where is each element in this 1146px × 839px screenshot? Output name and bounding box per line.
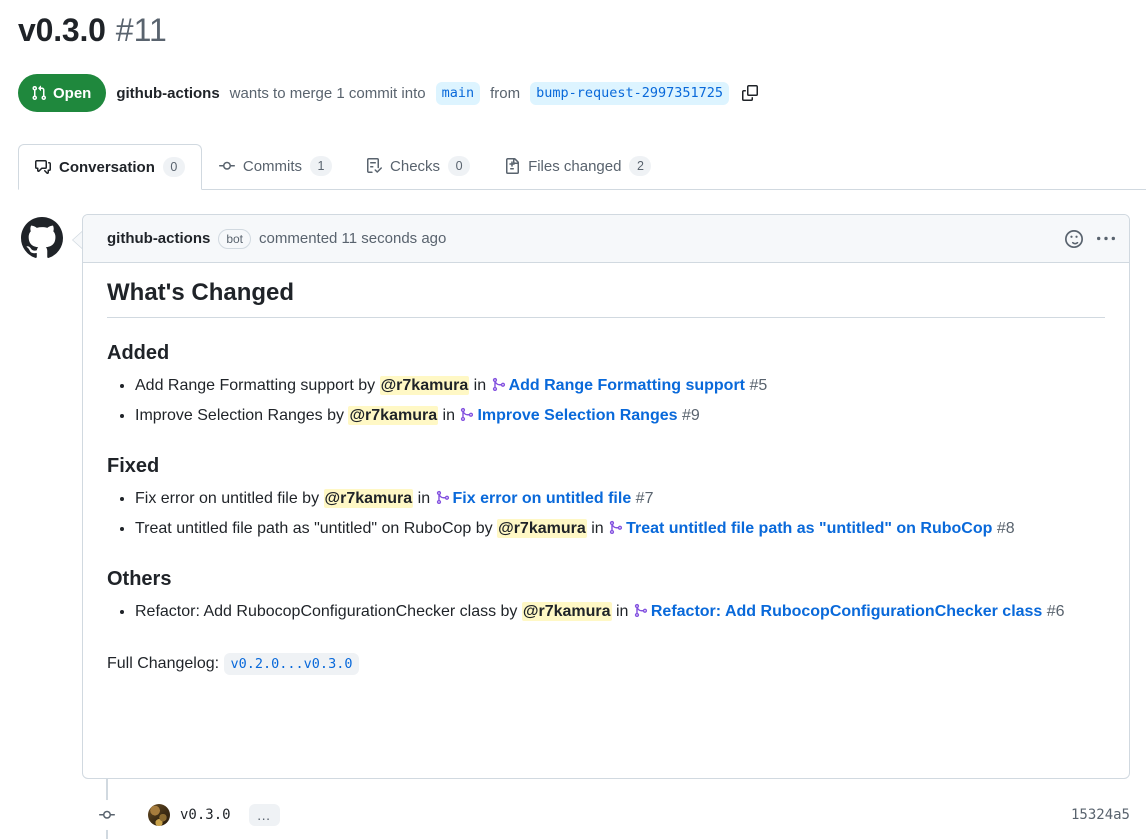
full-changelog-row: Full Changelog: v0.2.0...v0.3.0 — [107, 651, 1105, 677]
comment-box: github-actions bot commented 11 seconds … — [82, 214, 1130, 779]
git-merge-icon — [435, 488, 450, 514]
tab-files-changed-count: 2 — [629, 156, 652, 176]
full-changelog-label: Full Changelog: — [107, 655, 220, 672]
commit-message[interactable]: v0.3.0 — [180, 807, 231, 823]
list-item: Improve Selection Ranges by @r7kamura in… — [135, 403, 1105, 431]
pr-tabs: Conversation 0 Commits 1 Checks 0 Files … — [18, 143, 1146, 190]
bot-badge: bot — [218, 228, 252, 249]
comment-header-actions — [1065, 229, 1115, 248]
in-label: in — [438, 407, 460, 424]
merge-description: wants to merge 1 commit into — [229, 84, 426, 102]
commit-expand-button[interactable]: … — [248, 804, 280, 826]
in-label: in — [413, 490, 435, 507]
pr-reference-link[interactable]: Refactor: Add RubocopConfigurationChecke… — [651, 603, 1042, 620]
base-branch-chip[interactable]: main — [435, 81, 481, 105]
section-heading-fixed: Fixed — [107, 455, 160, 477]
pr-title-text: v0.3.0 — [18, 12, 106, 48]
tab-commits[interactable]: Commits 1 — [202, 143, 349, 189]
tab-conversation-label: Conversation — [59, 158, 155, 176]
tab-files-changed[interactable]: Files changed 2 — [487, 143, 668, 189]
comment-author[interactable]: github-actions — [107, 230, 210, 247]
release-notes-heading: What's Changed — [107, 279, 1105, 318]
list-item: Fix error on untitled file by @r7kamura … — [135, 486, 1105, 514]
section-heading-added: Added — [107, 342, 170, 364]
pr-number: #11 — [115, 12, 167, 48]
kebab-horizontal-icon[interactable] — [1097, 230, 1115, 248]
status-badge[interactable]: Open — [18, 74, 107, 112]
list-item: Treat untitled file path as "untitled" o… — [135, 516, 1105, 544]
pr-reference-number: #6 — [1046, 603, 1065, 620]
in-label: in — [469, 377, 491, 394]
comment-header: github-actions bot commented 11 seconds … — [83, 215, 1129, 263]
pull-request-page: v0.3.0 #11 Open github-actions wants to … — [0, 0, 1146, 839]
tab-checks-label: Checks — [390, 157, 441, 175]
tab-conversation[interactable]: Conversation 0 — [18, 144, 202, 190]
change-description: Refactor: Add RubocopConfigurationChecke… — [135, 603, 522, 620]
comment-discussion-icon — [35, 159, 51, 175]
change-description: Add Range Formatting support by — [135, 377, 380, 394]
comment-timestamp: commented 11 seconds ago — [259, 230, 447, 247]
commit-author-avatar[interactable] — [148, 804, 170, 826]
timeline-commit-row: v0.3.0 … 15324a5 — [92, 798, 1146, 832]
status-badge-label: Open — [53, 84, 92, 102]
change-list-fixed: Fix error on untitled file by @r7kamura … — [107, 486, 1105, 544]
pr-reference-link[interactable]: Fix error on untitled file — [453, 490, 632, 507]
from-label: from — [490, 84, 521, 102]
changelog-range-link[interactable]: v0.2.0...v0.3.0 — [223, 653, 360, 675]
list-item: Add Range Formatting support by @r7kamur… — [135, 373, 1105, 401]
git-merge-icon — [608, 518, 623, 544]
section-heading-others: Others — [107, 568, 172, 590]
tab-files-changed-label: Files changed — [528, 157, 622, 175]
head-branch-chip[interactable]: bump-request-2997351725 — [530, 81, 730, 105]
change-description: Fix error on untitled file by — [135, 490, 324, 507]
change-description: Treat untitled file path as "untitled" o… — [135, 520, 498, 537]
pr-reference-number: #7 — [635, 490, 654, 507]
change-list-others: Refactor: Add RubocopConfigurationChecke… — [107, 599, 1105, 627]
user-mention[interactable]: @r7kamura — [323, 489, 414, 508]
change-description: Improve Selection Ranges by — [135, 407, 349, 424]
tab-checks[interactable]: Checks 0 — [349, 143, 487, 189]
file-diff-icon — [504, 158, 520, 174]
user-mention[interactable]: @r7kamura — [348, 406, 439, 425]
commit-sha[interactable]: 15324a5 — [1071, 807, 1130, 823]
tab-checks-count: 0 — [448, 156, 471, 176]
comment-arrow — [73, 232, 82, 248]
comment-body: What's Changed Added Add Range Formattin… — [83, 263, 1129, 695]
user-mention[interactable]: @r7kamura — [379, 376, 470, 395]
change-list-added: Add Range Formatting support by @r7kamur… — [107, 373, 1105, 431]
pr-reference-number: #9 — [681, 407, 700, 424]
pr-meta-row: Open github-actions wants to merge 1 com… — [18, 74, 761, 112]
user-mention[interactable]: @r7kamura — [497, 519, 587, 538]
pr-reference-number: #5 — [749, 377, 768, 394]
git-commit-dot-icon — [92, 800, 122, 830]
git-merge-icon — [633, 601, 648, 627]
pr-reference-link[interactable]: Add Range Formatting support — [509, 377, 745, 394]
pr-reference-number: #8 — [996, 520, 1015, 537]
git-merge-icon — [491, 375, 506, 401]
git-pull-request-icon — [31, 85, 47, 101]
user-mention[interactable]: @r7kamura — [521, 602, 612, 621]
tab-conversation-count: 0 — [162, 157, 185, 177]
git-commit-icon — [218, 158, 235, 174]
page-title: v0.3.0 #11 — [18, 12, 167, 49]
copy-icon[interactable] — [739, 82, 761, 104]
git-merge-icon — [459, 405, 474, 431]
avatar[interactable] — [20, 216, 64, 260]
tab-commits-count: 1 — [310, 156, 333, 176]
smiley-icon[interactable] — [1065, 229, 1083, 248]
pr-reference-link[interactable]: Improve Selection Ranges — [477, 407, 677, 424]
checklist-icon — [366, 158, 383, 174]
pr-reference-link[interactable]: Treat untitled file path as "untitled" o… — [626, 520, 992, 537]
in-label: in — [586, 520, 609, 537]
pr-author[interactable]: github-actions — [116, 85, 219, 102]
tab-commits-label: Commits — [242, 157, 303, 175]
in-label: in — [611, 603, 633, 620]
list-item: Refactor: Add RubocopConfigurationChecke… — [135, 599, 1105, 627]
